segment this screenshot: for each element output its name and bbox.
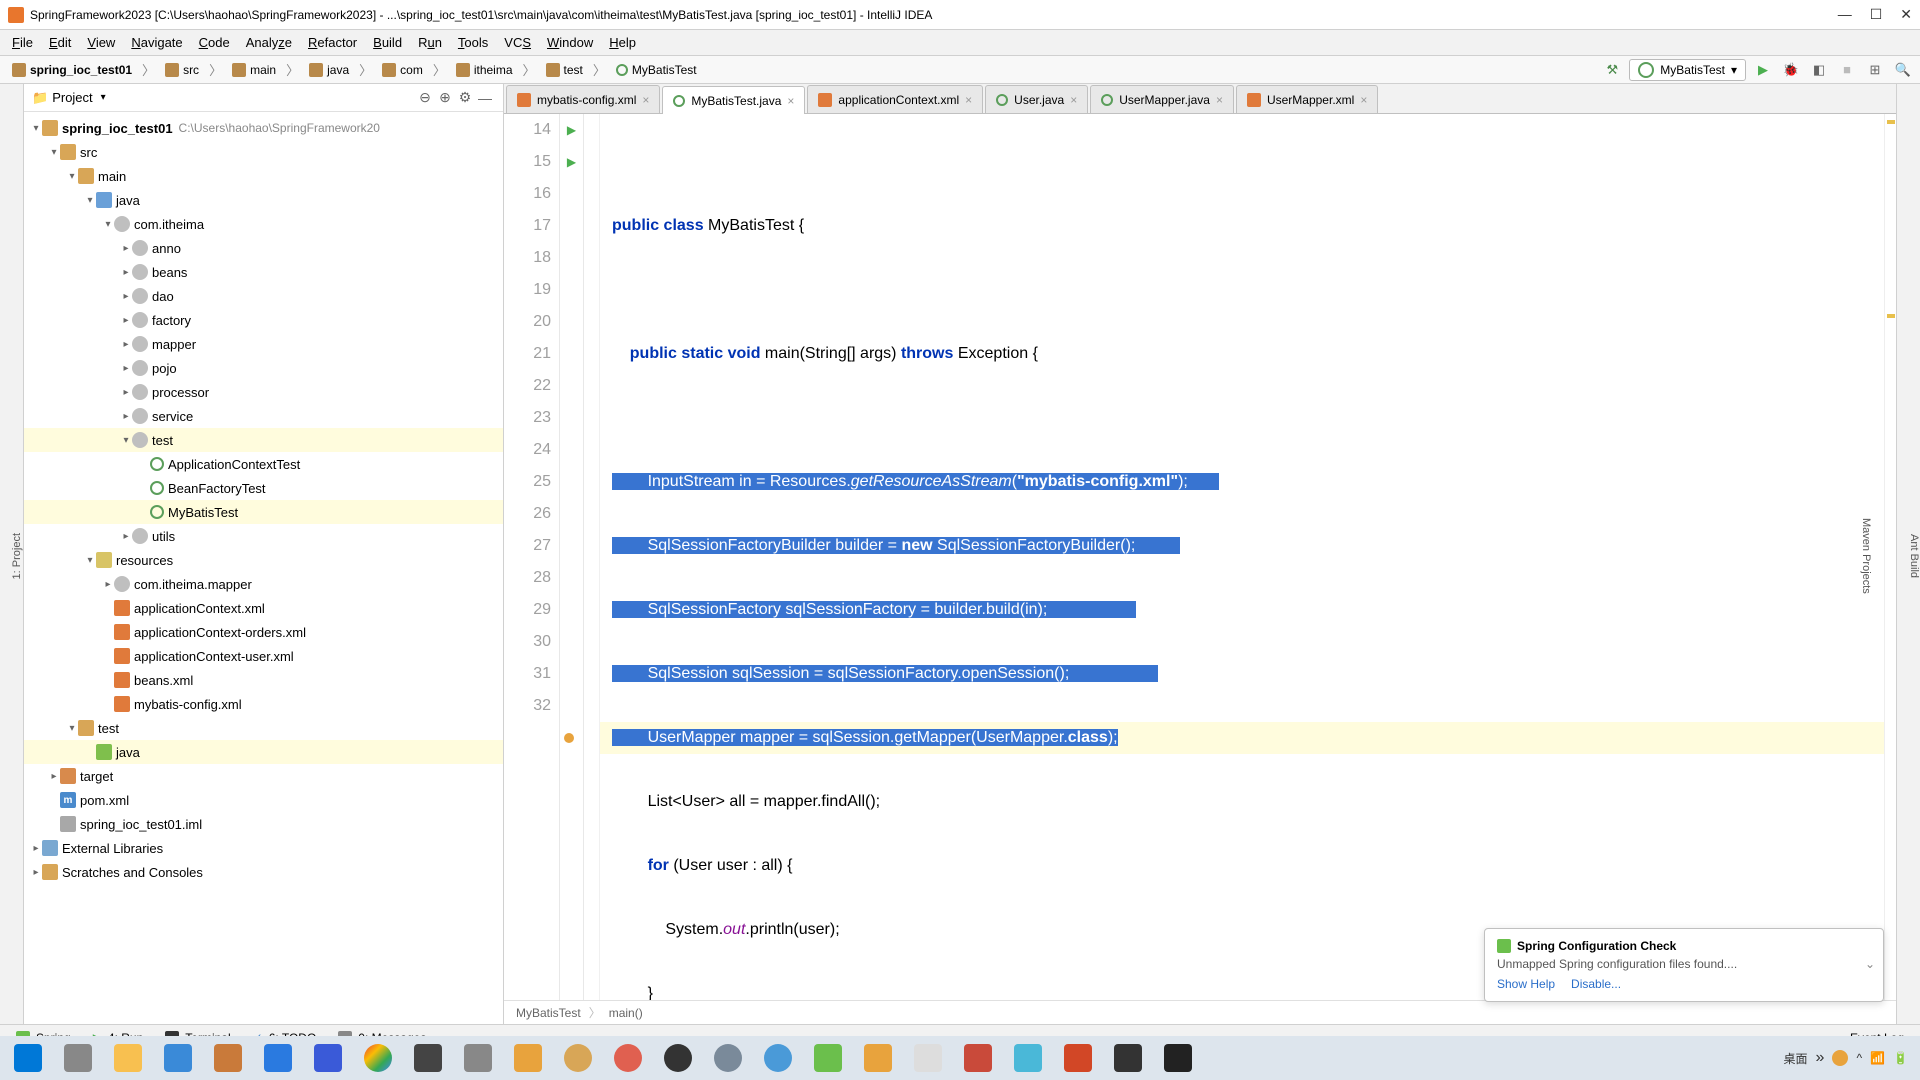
app-icon-7[interactable] <box>504 1038 552 1078</box>
taskbar: 桌面 » ^ 📶 🔋 <box>0 1036 1920 1080</box>
maximize-button[interactable]: ☐ <box>1870 6 1883 23</box>
project-tree[interactable]: ▾spring_ioc_test01C:\Users\haohao\Spring… <box>24 112 503 1024</box>
editor-tabs: mybatis-config.xml× MyBatisTest.java× ap… <box>504 84 1896 114</box>
disable-link[interactable]: Disable... <box>1571 977 1621 991</box>
warning-dot-icon <box>564 733 574 743</box>
menu-tools[interactable]: Tools <box>450 35 496 50</box>
app-icon-8[interactable] <box>554 1038 602 1078</box>
error-stripe[interactable] <box>1884 114 1896 1000</box>
menu-view[interactable]: View <box>79 35 123 50</box>
tab-usermapper-java[interactable]: UserMapper.java× <box>1090 85 1234 113</box>
notification-popup: Spring Configuration Check Unmapped Spri… <box>1484 928 1884 1002</box>
menu-edit[interactable]: Edit <box>41 35 79 50</box>
app-icon-11[interactable] <box>704 1038 752 1078</box>
wifi-icon[interactable]: 📶 <box>1870 1051 1885 1065</box>
taskview-icon[interactable] <box>54 1038 102 1078</box>
gear-icon[interactable]: ⚙ <box>455 88 475 108</box>
stop-icon[interactable]: ■ <box>1836 59 1858 81</box>
tool-ant[interactable]: Ant Build <box>1908 526 1920 586</box>
window-title: SpringFramework2023 [C:\Users\haohao\Spr… <box>30 8 1838 22</box>
powerpoint-icon[interactable] <box>1054 1038 1102 1078</box>
line-numbers: 14151617181920212223242526272829303132 <box>504 114 560 1000</box>
crumb-itheima[interactable]: itheima <box>450 61 519 79</box>
crumb-class[interactable]: MyBatisTest <box>610 61 703 79</box>
app-icon-1[interactable] <box>154 1038 202 1078</box>
menu-code[interactable]: Code <box>191 35 238 50</box>
tray-icon[interactable] <box>1832 1050 1848 1066</box>
crumb-java[interactable]: java <box>303 61 355 79</box>
menu-build[interactable]: Build <box>365 35 410 50</box>
menu-run[interactable]: Run <box>410 35 450 50</box>
app-icon-3[interactable] <box>254 1038 302 1078</box>
notification-body: Unmapped Spring configuration files foun… <box>1497 957 1871 971</box>
menu-help[interactable]: Help <box>601 35 644 50</box>
collapse-icon[interactable]: ⊖ <box>415 88 435 108</box>
intellij-icon[interactable] <box>1104 1038 1152 1078</box>
menu-window[interactable]: Window <box>539 35 601 50</box>
debug-icon[interactable]: 🐞 <box>1780 59 1802 81</box>
search-icon[interactable]: 🔍 <box>1892 59 1914 81</box>
project-panel-title[interactable]: 📁 Project <box>32 90 106 106</box>
menu-navigate[interactable]: Navigate <box>123 35 190 50</box>
crumb-src[interactable]: src <box>159 61 205 79</box>
close-button[interactable]: ✕ <box>1900 6 1912 23</box>
show-help-link[interactable]: Show Help <box>1497 977 1555 991</box>
app-icon-5[interactable] <box>404 1038 452 1078</box>
terminal-icon[interactable] <box>1154 1038 1202 1078</box>
expand-icon[interactable]: ⌄ <box>1865 957 1875 971</box>
coverage-icon[interactable]: ◧ <box>1808 59 1830 81</box>
code-editor[interactable]: 14151617181920212223242526272829303132 ▶… <box>504 114 1896 1000</box>
tool-project[interactable]: 1: Project <box>11 525 23 587</box>
menu-vcs[interactable]: VCS <box>496 35 539 50</box>
crumb-main[interactable]: main <box>226 61 282 79</box>
breadcrumb: spring_ioc_test01〉 src〉 main〉 java〉 com〉… <box>6 60 1601 79</box>
crumb-method-name[interactable]: main() <box>609 1006 643 1020</box>
menu-file[interactable]: File <box>4 35 41 50</box>
explorer-icon[interactable] <box>104 1038 152 1078</box>
tab-mybatis-config[interactable]: mybatis-config.xml× <box>506 85 660 113</box>
structure-icon[interactable]: ⊞ <box>1864 59 1886 81</box>
run-config-selector[interactable]: MyBatisTest ▾ <box>1629 59 1746 81</box>
build-icon[interactable]: ⚒ <box>1601 59 1623 81</box>
target-icon[interactable]: ⊕ <box>435 88 455 108</box>
crumb-class-name[interactable]: MyBatisTest <box>516 1006 581 1020</box>
app-icon-10[interactable] <box>654 1038 702 1078</box>
app-icon-4[interactable] <box>304 1038 352 1078</box>
tray-chevron[interactable]: ^ <box>1856 1051 1862 1065</box>
editor-breadcrumb: MyBatisTest 〉 main() <box>504 1000 1896 1024</box>
crumb-test[interactable]: test <box>540 61 589 79</box>
wechat-icon[interactable] <box>804 1038 852 1078</box>
hide-icon[interactable]: ― <box>475 88 495 108</box>
app-icon-13[interactable] <box>854 1038 902 1078</box>
app-icon-14[interactable] <box>904 1038 952 1078</box>
app-icon-16[interactable] <box>1004 1038 1052 1078</box>
app-icon <box>8 7 24 23</box>
chrome-icon[interactable] <box>354 1038 402 1078</box>
app-icon-6[interactable] <box>454 1038 502 1078</box>
crumb-project[interactable]: spring_ioc_test01 <box>6 61 138 79</box>
tab-appcontext[interactable]: applicationContext.xml× <box>807 85 983 113</box>
run-gutter[interactable]: ▶▶ <box>560 114 584 1000</box>
app-icon-9[interactable] <box>604 1038 652 1078</box>
app-icon-15[interactable] <box>954 1038 1002 1078</box>
tab-mybatistest[interactable]: MyBatisTest.java× <box>662 86 805 114</box>
run-icon[interactable]: ▶ <box>1752 59 1774 81</box>
desktop-label[interactable]: 桌面 <box>1784 1050 1808 1067</box>
menu-refactor[interactable]: Refactor <box>300 35 365 50</box>
minimize-button[interactable]: ― <box>1838 6 1852 23</box>
battery-icon[interactable]: 🔋 <box>1893 1051 1908 1065</box>
tab-usermapper-xml[interactable]: UserMapper.xml× <box>1236 85 1378 113</box>
start-button[interactable] <box>4 1038 52 1078</box>
app-icon-2[interactable] <box>204 1038 252 1078</box>
app-icon-12[interactable] <box>754 1038 802 1078</box>
notification-title: Spring Configuration Check <box>1497 939 1871 953</box>
tab-user[interactable]: User.java× <box>985 85 1088 113</box>
menubar: File Edit View Navigate Code Analyze Ref… <box>0 30 1920 56</box>
menu-analyze[interactable]: Analyze <box>238 35 300 50</box>
crumb-com[interactable]: com <box>376 61 429 79</box>
